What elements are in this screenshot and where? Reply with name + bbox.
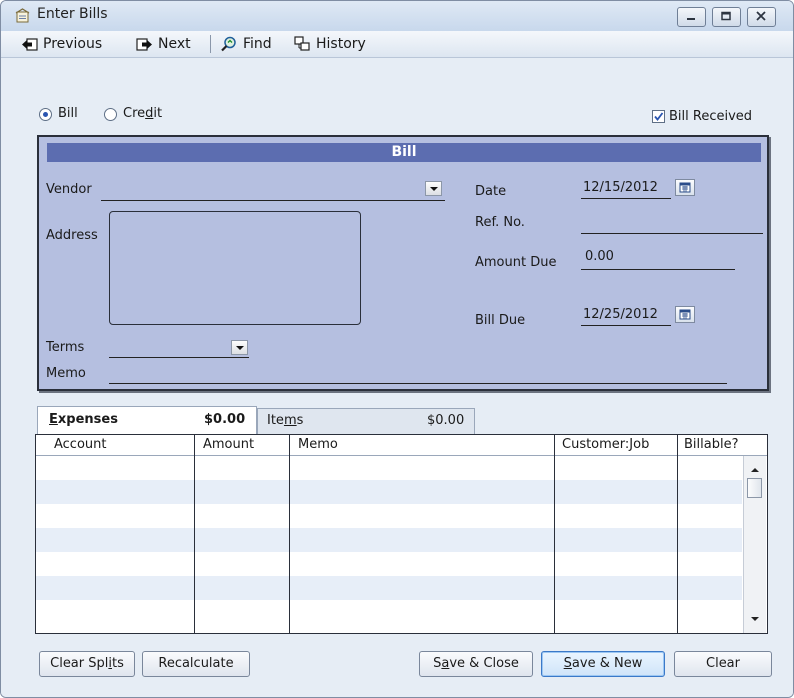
bill-form-panel: Bill Vendor Address Terms Memo Date 12/1…	[37, 135, 769, 391]
minimize-button[interactable]	[677, 7, 706, 27]
tab-expenses[interactable]: Expenses $0.00	[37, 406, 257, 434]
content-area: Bill Credit Bill Received Bill Vendor Ad…	[1, 58, 793, 697]
column-divider	[554, 435, 555, 633]
minimize-icon	[687, 18, 695, 20]
next-label: Next	[158, 36, 191, 52]
close-icon	[756, 11, 766, 21]
table-row[interactable]	[36, 552, 742, 576]
column-divider	[677, 435, 678, 633]
date-calendar-button[interactable]	[675, 179, 695, 196]
date-underline	[581, 198, 671, 199]
bill-received-checkbox[interactable]	[652, 110, 665, 123]
vendor-label: Vendor	[46, 182, 92, 197]
date-field[interactable]: 12/15/2012	[583, 180, 658, 195]
window-title: Enter Bills	[37, 6, 108, 22]
save-and-new-button[interactable]: Save & New	[541, 651, 665, 677]
column-header-memo[interactable]: Memo	[298, 437, 338, 452]
clear-splits-button[interactable]: Clear Splits	[39, 651, 135, 677]
vendor-underline	[101, 200, 445, 201]
terms-dropdown-button[interactable]	[231, 340, 248, 355]
tab-expenses-label: Expenses	[49, 412, 118, 427]
bill-due-field[interactable]: 12/25/2012	[583, 307, 658, 322]
toolbar: Previous Next Find History	[1, 31, 793, 58]
checkmark-icon	[654, 112, 664, 121]
bill-form-header: Bill	[47, 143, 761, 162]
table-row[interactable]	[36, 576, 742, 600]
history-label: History	[316, 36, 366, 52]
previous-arrow-icon	[22, 37, 38, 51]
tab-items-label: Items	[267, 413, 304, 428]
clear-button[interactable]: Clear	[674, 651, 772, 677]
ref-no-underline	[581, 233, 763, 234]
credit-radio[interactable]	[104, 108, 117, 121]
bill-radio[interactable]	[39, 108, 52, 121]
history-button[interactable]: History	[294, 34, 366, 54]
column-divider	[289, 435, 290, 633]
column-header-customer-job[interactable]: Customer:Job	[562, 437, 649, 452]
memo-label: Memo	[46, 366, 86, 381]
table-row[interactable]	[36, 456, 742, 480]
scroll-down-arrow-icon[interactable]	[745, 613, 765, 625]
memo-underline	[109, 383, 727, 384]
table-row[interactable]	[36, 504, 742, 528]
tab-expenses-amount: $0.00	[204, 412, 246, 427]
tab-items[interactable]: Items $0.00	[257, 408, 475, 434]
amount-due-field[interactable]: 0.00	[585, 249, 614, 264]
column-header-amount[interactable]: Amount	[203, 437, 254, 452]
title-bar: Enter Bills	[1, 1, 793, 31]
credit-radio-label[interactable]: Credit	[123, 106, 162, 121]
grid-scrollbar[interactable]	[743, 456, 766, 633]
enter-bills-window: Enter Bills Previous Next Find History B…	[0, 0, 794, 698]
table-row[interactable]	[36, 480, 742, 504]
column-header-account[interactable]: Account	[54, 437, 107, 452]
column-header-billable[interactable]: Billable?	[684, 437, 738, 452]
calendar-icon	[679, 309, 691, 320]
maximize-icon	[721, 11, 731, 21]
scroll-up-arrow-icon[interactable]	[745, 464, 765, 476]
address-box[interactable]	[109, 211, 361, 325]
ref-no-label: Ref. No.	[475, 215, 525, 230]
next-arrow-icon	[136, 37, 152, 51]
vendor-dropdown-button[interactable]	[425, 181, 442, 196]
terms-label: Terms	[46, 340, 85, 355]
save-and-close-button[interactable]: Save & Close	[419, 651, 533, 677]
amount-due-underline	[581, 269, 735, 270]
close-button[interactable]	[747, 7, 776, 27]
enter-bills-icon	[15, 8, 30, 23]
previous-label: Previous	[43, 36, 103, 52]
date-label: Date	[475, 184, 507, 199]
recalculate-button[interactable]: Recalculate	[142, 651, 250, 677]
bill-due-label: Bill Due	[475, 313, 526, 328]
toolbar-separator	[210, 35, 211, 53]
scroll-thumb[interactable]	[747, 478, 762, 498]
history-icon	[294, 36, 310, 51]
find-button[interactable]: Find	[220, 34, 272, 54]
table-row[interactable]	[36, 600, 742, 624]
previous-button[interactable]: Previous	[21, 34, 102, 54]
column-divider	[194, 435, 195, 633]
tab-items-amount: $0.00	[427, 413, 465, 428]
find-magnifier-icon	[221, 36, 236, 52]
find-label: Find	[243, 36, 272, 52]
maximize-button[interactable]	[712, 7, 741, 27]
bill-radio-label[interactable]: Bill	[58, 106, 78, 121]
table-row[interactable]	[36, 528, 742, 552]
bill-due-underline	[581, 325, 671, 326]
expenses-grid[interactable]: Account Amount Memo Customer:Job Billabl…	[35, 434, 768, 634]
amount-due-label: Amount Due	[475, 255, 557, 270]
next-button[interactable]: Next	[136, 34, 191, 54]
bill-received-label[interactable]: Bill Received	[669, 109, 752, 124]
calendar-icon	[679, 182, 691, 193]
address-label: Address	[46, 228, 98, 243]
bill-due-calendar-button[interactable]	[675, 306, 695, 323]
terms-underline	[109, 357, 249, 358]
grid-header: Account Amount Memo Customer:Job Billabl…	[36, 435, 767, 456]
